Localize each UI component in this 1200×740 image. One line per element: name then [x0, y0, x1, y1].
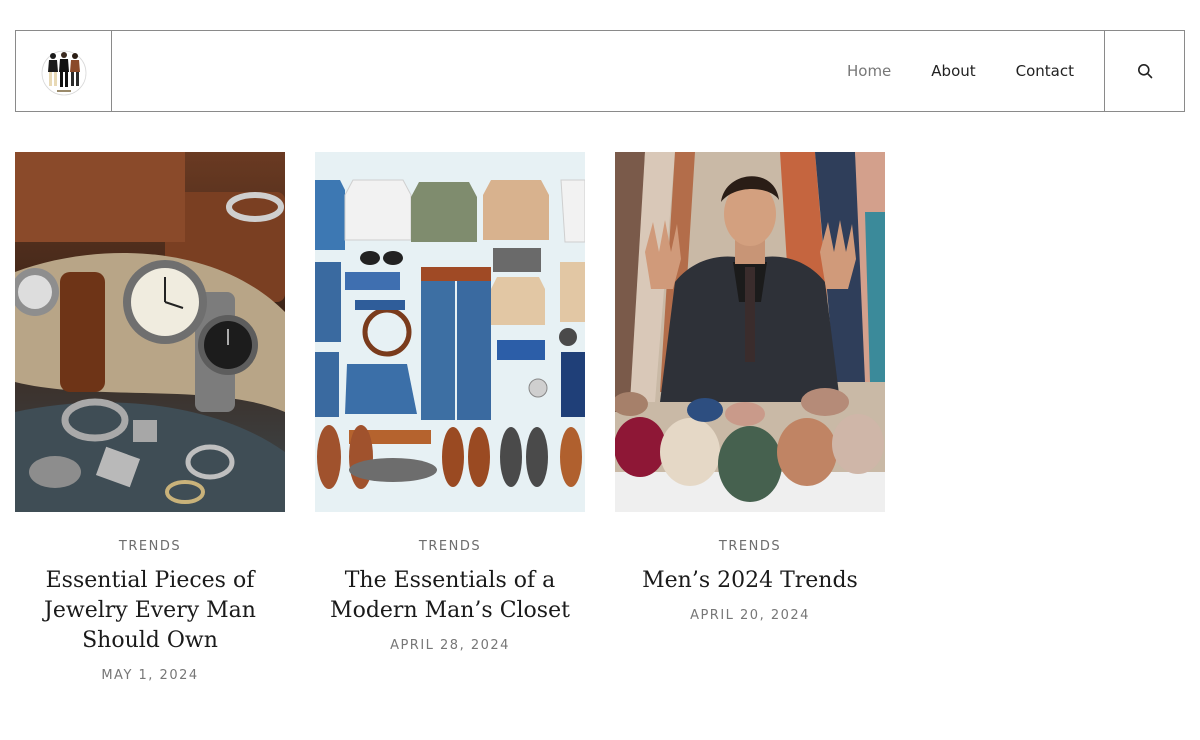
site-header: Home About Contact: [15, 30, 1185, 112]
post-title[interactable]: Essential Pieces of Jewelry Every Man Sh…: [30, 566, 270, 656]
header-spacer: [112, 31, 807, 111]
post-thumbnail-link[interactable]: [15, 152, 285, 512]
post-category[interactable]: TRENDS: [419, 539, 481, 554]
nav-contact[interactable]: Contact: [1016, 62, 1074, 80]
post-thumbnail-link[interactable]: [615, 152, 885, 512]
post-category[interactable]: TRENDS: [719, 539, 781, 554]
post-date: MAY 1, 2024: [101, 668, 199, 683]
logo-link[interactable]: [16, 31, 112, 111]
nav-home[interactable]: Home: [847, 62, 891, 80]
search-icon: [1137, 64, 1152, 79]
main-nav: Home About Contact: [807, 31, 1104, 111]
post-category[interactable]: TRENDS: [119, 539, 181, 554]
site-logo: [41, 50, 86, 96]
post-card: TRENDS Men’s 2024 Trends APRIL 20, 2024: [615, 152, 885, 683]
post-thumbnail-link[interactable]: [315, 152, 585, 512]
post-card: TRENDS The Essentials of a Modern Man’s …: [315, 152, 585, 683]
post-title[interactable]: Men’s 2024 Trends: [630, 566, 870, 596]
post-grid: TRENDS Essential Pieces of Jewelry Every…: [15, 152, 885, 683]
post-date: APRIL 28, 2024: [390, 638, 510, 653]
search-button[interactable]: [1104, 31, 1184, 111]
post-card: TRENDS Essential Pieces of Jewelry Every…: [15, 152, 285, 683]
man-in-suit-with-fabrics-image: [615, 152, 885, 512]
post-date: APRIL 20, 2024: [690, 608, 810, 623]
watches-and-rings-image: [15, 152, 285, 512]
nav-about[interactable]: About: [931, 62, 975, 80]
clothing-flat-lay-image: [315, 152, 585, 512]
post-title[interactable]: The Essentials of a Modern Man’s Closet: [330, 566, 570, 626]
